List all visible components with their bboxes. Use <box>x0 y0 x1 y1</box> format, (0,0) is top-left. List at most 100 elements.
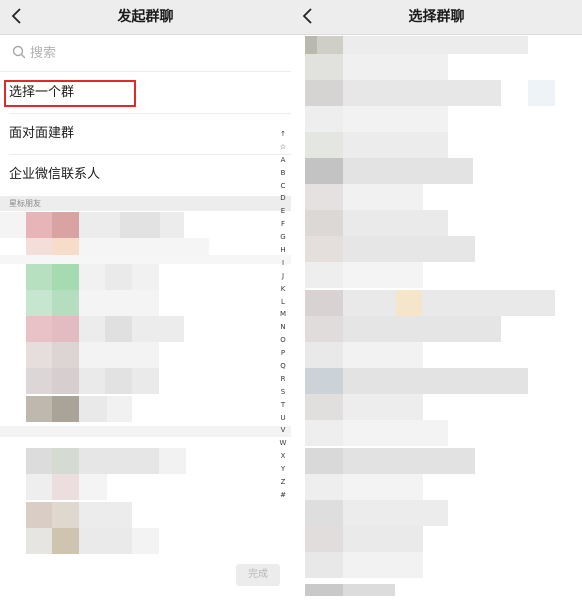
avatar-blur <box>26 368 52 394</box>
avatar-blur <box>26 212 52 238</box>
index-letter[interactable]: H <box>276 244 290 257</box>
index-letter[interactable]: N <box>276 321 290 334</box>
select-group-panel: 选择群聊 <box>291 0 582 600</box>
index-letter[interactable]: O <box>276 334 290 347</box>
name-blur <box>528 80 555 106</box>
avatar-blur <box>26 264 52 290</box>
avatar-blur <box>26 474 52 500</box>
alphabet-index-bar[interactable]: ↑ ☆ A B C D E F G H I J K L M N O P Q R … <box>276 128 290 502</box>
name-blur <box>79 474 107 500</box>
avatar-blur <box>52 264 79 290</box>
index-letter[interactable]: Z <box>276 476 290 489</box>
name-blur <box>343 342 423 368</box>
index-letter[interactable]: F <box>276 218 290 231</box>
face-to-face-label: 面对面建群 <box>9 126 75 141</box>
avatar-blur <box>26 448 52 474</box>
index-letter[interactable]: Q <box>276 360 290 373</box>
enterprise-contacts-item[interactable]: 企业微信联系人 <box>0 155 291 195</box>
name-blur <box>79 396 107 422</box>
index-up-arrow[interactable]: ↑ <box>276 128 290 141</box>
name-blur <box>343 236 475 262</box>
right-page-title: 选择群聊 <box>408 9 465 25</box>
search-bar[interactable] <box>0 35 291 71</box>
index-letter[interactable]: I <box>276 257 290 270</box>
face-to-face-group-item[interactable]: 面对面建群 <box>0 114 291 154</box>
name-blur <box>343 552 423 578</box>
index-star[interactable]: ☆ <box>276 141 290 154</box>
left-navbar: 发起群聊 <box>0 0 291 35</box>
avatar-blur <box>317 36 343 54</box>
avatar-blur <box>52 396 79 422</box>
index-letter[interactable]: X <box>276 450 290 463</box>
search-divider <box>0 71 291 72</box>
name-blur <box>343 290 555 316</box>
start-group-chat-panel: 发起群聊 选择一个群 面对面建群 企业微信联系人 星标朋友 <box>0 0 291 600</box>
name-blur <box>343 54 448 80</box>
index-letter[interactable]: C <box>276 180 290 193</box>
avatar-blur <box>52 212 79 238</box>
avatar-blur <box>305 584 343 596</box>
name-blur <box>343 132 448 158</box>
list-item-blur[interactable] <box>0 212 26 238</box>
avatar-blur <box>305 316 343 342</box>
name-blur <box>343 500 448 526</box>
avatar-blur <box>26 342 52 368</box>
index-letter[interactable]: M <box>276 308 290 321</box>
left-page-title: 发起群聊 <box>117 9 174 25</box>
avatar-blur <box>52 528 79 554</box>
name-blur <box>159 448 186 474</box>
avatar-blur <box>26 396 52 422</box>
avatar-blur <box>52 368 79 394</box>
name-blur <box>343 184 423 210</box>
name-blur <box>105 264 132 290</box>
avatar-blur <box>305 80 343 106</box>
name-blur <box>343 420 448 446</box>
avatar-blur <box>305 474 343 500</box>
avatar-blur <box>305 262 343 288</box>
avatar-blur <box>305 184 343 210</box>
name-blur <box>343 36 528 54</box>
avatar-blur <box>305 394 343 420</box>
name-blur <box>107 396 132 422</box>
name-blur <box>79 502 132 528</box>
index-letter[interactable]: G <box>276 231 290 244</box>
index-letter[interactable]: J <box>276 270 290 283</box>
index-letter[interactable]: V <box>276 424 290 437</box>
avatar-blur <box>305 290 343 316</box>
search-input[interactable] <box>30 43 270 63</box>
avatar-blur <box>305 54 343 80</box>
index-letter[interactable]: S <box>276 386 290 399</box>
index-letter[interactable]: K <box>276 283 290 296</box>
avatar-blur <box>26 528 52 554</box>
index-letter[interactable]: Y <box>276 463 290 476</box>
name-blur <box>343 584 395 596</box>
index-letter[interactable]: E <box>276 205 290 218</box>
avatar-blur <box>26 316 52 342</box>
index-letter[interactable]: L <box>276 296 290 309</box>
name-blur <box>343 368 528 394</box>
avatar-blur <box>52 342 79 368</box>
index-letter[interactable]: T <box>276 399 290 412</box>
index-letter[interactable]: U <box>276 412 290 425</box>
name-blur <box>343 262 423 288</box>
avatar-blur <box>52 502 79 528</box>
index-letter[interactable]: B <box>276 167 290 180</box>
name-blur <box>105 368 132 394</box>
index-letter[interactable]: P <box>276 347 290 360</box>
index-hash[interactable]: # <box>276 489 290 502</box>
name-blur <box>132 528 159 554</box>
avatar-blur <box>305 236 343 262</box>
index-letter[interactable]: A <box>276 154 290 167</box>
avatar-blur <box>305 500 343 526</box>
index-letter[interactable]: D <box>276 192 290 205</box>
section-label: 星标朋友 <box>9 199 41 208</box>
search-icon <box>12 45 26 59</box>
done-button[interactable]: 完成 <box>236 564 280 586</box>
avatar-blur <box>52 448 79 474</box>
index-letter[interactable]: W <box>276 437 290 450</box>
name-blur <box>79 448 159 474</box>
name-blur <box>343 158 473 184</box>
name-blur <box>79 342 159 368</box>
avatar-blur <box>305 132 343 158</box>
index-letter[interactable]: R <box>276 373 290 386</box>
